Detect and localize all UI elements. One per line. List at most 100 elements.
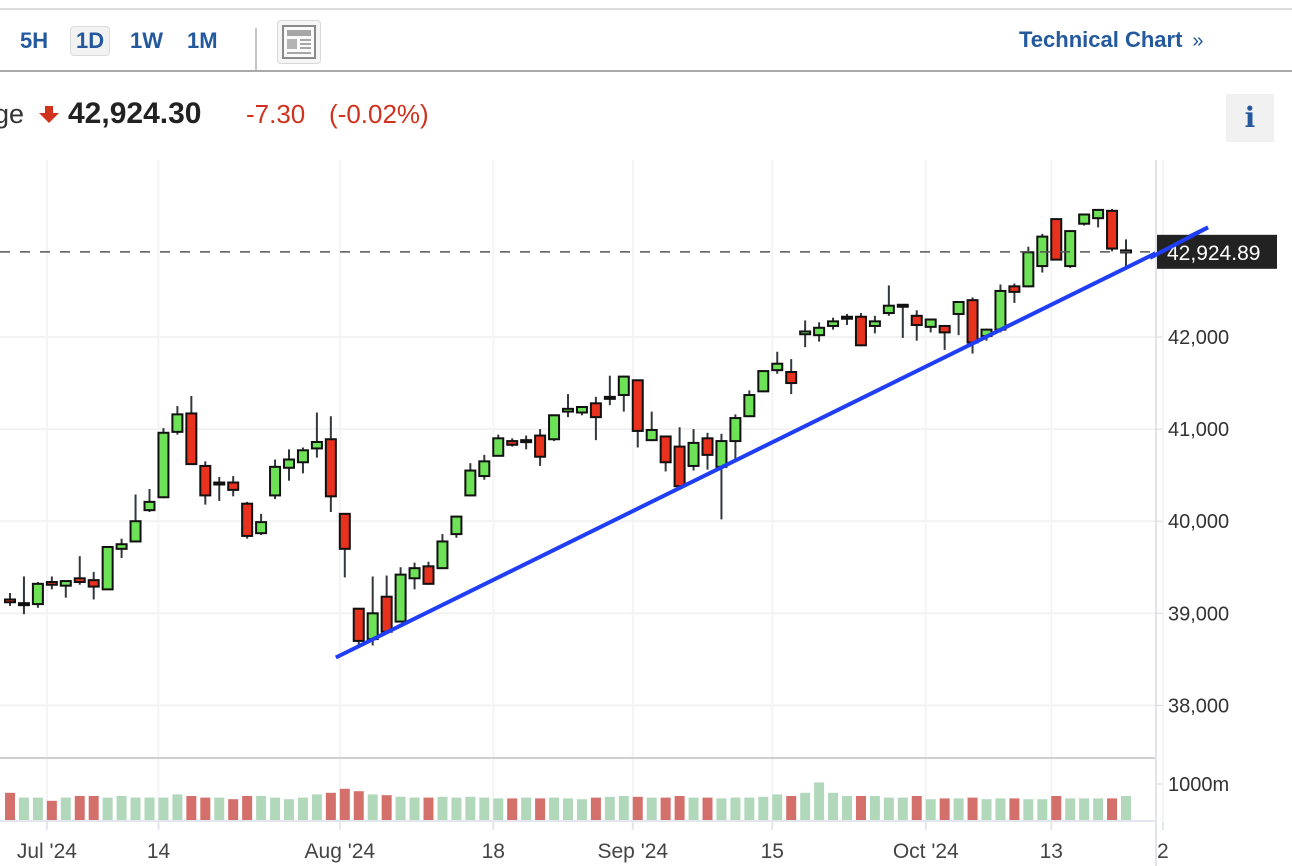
candle [227, 476, 240, 497]
candle-body [673, 445, 686, 488]
info-button[interactable]: i [1226, 94, 1274, 142]
x-tick-label: 14 [147, 840, 171, 863]
volume-bar [967, 797, 978, 820]
volume-bar [130, 797, 141, 820]
candle [631, 379, 644, 448]
volume-bar [256, 796, 267, 820]
toolbar-divider [255, 28, 257, 70]
volume-bar [716, 798, 727, 820]
candle [827, 317, 840, 330]
volume-bar [493, 798, 504, 820]
layout-icon [282, 25, 316, 59]
candle-body [199, 464, 212, 497]
volume-bar [1009, 798, 1020, 820]
candle-body [492, 437, 505, 457]
candlestick-chart[interactable]: 42,000 41,000 40,000 39,000 38,000 1000m 42,92… [0, 150, 1292, 866]
candle [4, 593, 16, 606]
volume-bar [660, 797, 671, 820]
candle [673, 427, 686, 489]
candle [296, 447, 309, 474]
candle-body [952, 301, 965, 315]
volume-bar [869, 796, 880, 820]
timeframe-1d-button[interactable]: 1D [70, 26, 111, 56]
volume-bar [632, 796, 643, 820]
volume-bar [158, 797, 169, 820]
volume-bar [186, 796, 197, 820]
candle-body [548, 414, 561, 441]
candle [31, 581, 44, 608]
index-name: ge [0, 99, 25, 129]
volume-bar [367, 794, 378, 820]
candle [436, 534, 449, 570]
double-chevron-right-icon: » [1192, 30, 1204, 52]
volume-bar [102, 797, 113, 820]
volume-bar [1107, 798, 1118, 820]
candle [645, 411, 658, 442]
candle-body [645, 429, 658, 442]
volume-bar [702, 797, 713, 820]
candle-body [1106, 209, 1119, 250]
volume-bar [270, 797, 281, 820]
candle-body [4, 598, 16, 604]
volume-bar [786, 796, 797, 820]
candle [589, 396, 602, 441]
grid-lines [0, 160, 1164, 824]
candle-body [101, 545, 114, 591]
technical-chart-link[interactable]: Technical Chart » [1019, 26, 1204, 55]
candle [213, 476, 226, 501]
candle-body [366, 612, 379, 641]
candle [380, 575, 393, 633]
volume-bar [74, 796, 85, 820]
candle-body [924, 318, 937, 328]
timeframe-1m-button[interactable]: 1M [181, 26, 224, 56]
volume-bar [758, 796, 769, 820]
timeframe-1w-button[interactable]: 1W [124, 26, 169, 56]
y-tick-label: 42,000 [1168, 327, 1229, 349]
volume-bar [353, 791, 364, 820]
candle [366, 576, 379, 646]
candle [854, 313, 867, 347]
y-tick-label: 38,000 [1168, 695, 1229, 717]
x-tick-label: 2 [1157, 840, 1169, 863]
volume-bar [451, 797, 462, 820]
candle [185, 395, 198, 466]
volume-bar [897, 797, 908, 820]
candle-body [854, 315, 867, 347]
volume-bar [1093, 798, 1104, 820]
candle-body [729, 417, 742, 443]
volume-bar [521, 797, 532, 820]
x-tick-label: Sep '24 [598, 840, 669, 863]
volume-bar [1023, 799, 1034, 820]
candle-body [757, 370, 770, 393]
x-tick-label: Oct '24 [893, 840, 959, 863]
candle [562, 394, 574, 418]
volume-bar [1079, 798, 1090, 820]
candle [799, 320, 812, 348]
candle-body [450, 515, 463, 536]
candle-body [1092, 208, 1105, 220]
candle [17, 576, 30, 615]
candle-body [73, 577, 86, 583]
volume-bar [284, 799, 294, 820]
volume-bar [88, 796, 99, 820]
candle-body [269, 465, 282, 497]
volume-bar [18, 797, 29, 820]
candle-body [283, 458, 295, 469]
volume-bar [646, 797, 657, 820]
volume-bar [325, 792, 336, 820]
candle-body [380, 595, 393, 633]
candle [896, 303, 909, 338]
timeframe-5h-button[interactable]: 5H [14, 26, 54, 56]
candle [255, 513, 268, 536]
candle-body [408, 567, 421, 580]
candle [171, 406, 184, 435]
candle [408, 562, 421, 590]
candle [478, 454, 491, 480]
volume-bar [465, 796, 476, 820]
candle-body [45, 580, 58, 586]
candle [199, 461, 212, 505]
volume-bar [828, 792, 839, 820]
volume-bar [855, 796, 866, 820]
candle-body [687, 441, 700, 467]
layout-button[interactable] [277, 20, 321, 64]
